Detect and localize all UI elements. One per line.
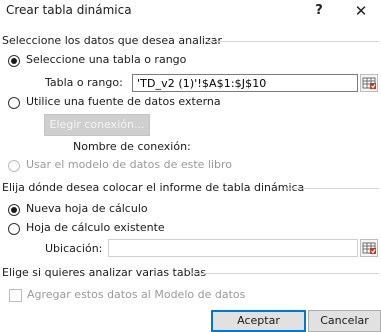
connection-name-label: Nombre de conexión: bbox=[73, 140, 191, 153]
label-existing-sheet: Hoja de cálculo existente bbox=[26, 221, 165, 234]
help-icon[interactable]: ? bbox=[304, 0, 334, 22]
radio-table-range[interactable] bbox=[8, 55, 20, 67]
range-selector-button[interactable] bbox=[360, 74, 378, 92]
location-label: Ubicación: bbox=[45, 242, 103, 255]
section-heading-location: Elija dónde desea colocar el informe de … bbox=[2, 181, 305, 194]
label-external-source: Utilice una fuente de datos externa bbox=[26, 95, 221, 108]
table-range-input[interactable]: 'TD_v2 (1)'!$A$1:$J$10 bbox=[132, 74, 358, 92]
section-heading-data: Seleccione los datos que desea analizar bbox=[2, 34, 223, 47]
label-add-to-model: Agregar estos datos al Modelo de datos bbox=[27, 288, 246, 301]
add-to-model-checkbox[interactable] bbox=[9, 289, 22, 302]
label-data-model: Usar el modelo de datos de este libro bbox=[26, 158, 233, 171]
table-range-value: 'TD_v2 (1)'!$A$1:$J$10 bbox=[137, 77, 267, 90]
location-input[interactable] bbox=[108, 239, 358, 257]
radio-external-source[interactable] bbox=[8, 97, 20, 109]
accept-button[interactable]: Aceptar bbox=[211, 310, 306, 332]
choose-connection-button[interactable]: Elegir conexión... bbox=[44, 114, 150, 136]
range-selector-icon bbox=[362, 77, 376, 89]
dialog-title: Crear tabla dinámica bbox=[6, 3, 132, 17]
range-selector-icon bbox=[362, 242, 376, 254]
radio-new-sheet[interactable] bbox=[8, 204, 20, 216]
section-heading-multiple-tables: Elige si quieres analizar varias tablas bbox=[2, 266, 207, 279]
location-selector-button[interactable] bbox=[360, 239, 378, 257]
cancel-button[interactable]: Cancelar bbox=[308, 310, 381, 332]
divider bbox=[190, 273, 379, 274]
label-new-sheet: Nueva hoja de cálculo bbox=[26, 202, 148, 215]
divider bbox=[285, 188, 379, 189]
divider bbox=[205, 41, 379, 42]
table-range-label: Tabla o rango: bbox=[45, 76, 123, 89]
label-table-range: Seleccione una tabla o rango bbox=[26, 53, 187, 66]
radio-existing-sheet[interactable] bbox=[8, 223, 20, 235]
close-icon[interactable]: ✕ bbox=[346, 0, 376, 22]
radio-data-model[interactable] bbox=[8, 160, 20, 172]
